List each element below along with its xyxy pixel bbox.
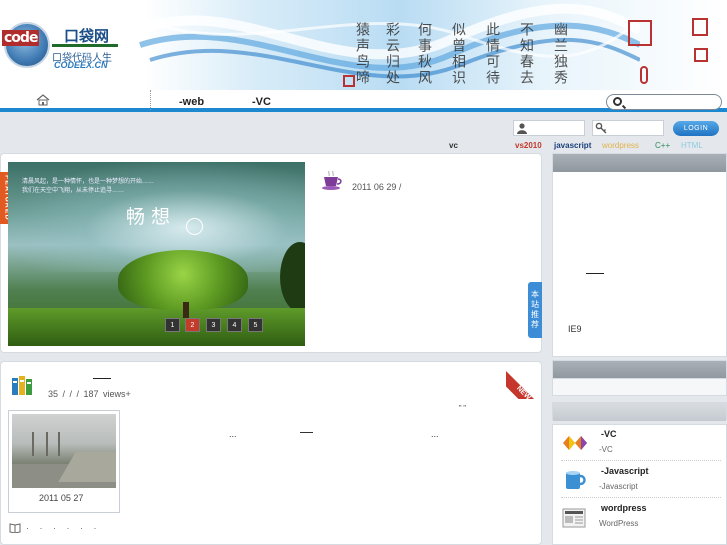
sidebar-item-title[interactable]: wordpress (601, 503, 647, 513)
books-icon (12, 376, 32, 395)
post-title-dash[interactable] (93, 378, 111, 379)
tag-vs2010[interactable]: vs2010 (515, 141, 542, 150)
new-ribbon-label: NEW (506, 371, 544, 399)
recommend-tab[interactable]: 本站推荐 (528, 282, 542, 338)
tag-cpp[interactable]: C++ (655, 141, 670, 150)
slide-dot-5[interactable]: 5 (248, 318, 263, 332)
slide-circle-decoration (186, 218, 203, 235)
post-thumbnail[interactable] (12, 414, 116, 488)
more-dots: · · · · · · (26, 523, 101, 533)
sidebar-widget-3 (552, 378, 727, 396)
excerpt-ellipsis-2: ... (431, 429, 439, 439)
logo-code-text[interactable]: code (2, 30, 40, 46)
tag-javascript[interactable]: javascript (554, 141, 591, 150)
sidebar-item-vc[interactable]: -VC -VC (561, 425, 721, 461)
sidebar-ie9-text[interactable]: IE9 (568, 324, 582, 334)
excerpt-dash (300, 432, 313, 433)
vs-logo-icon (563, 436, 587, 450)
thumb-tree-3 (58, 432, 60, 456)
seal-stamp-4 (640, 66, 648, 84)
mug-icon (566, 471, 586, 489)
sidebar-item-title[interactable]: -VC (601, 429, 617, 439)
slide-title: 畅想 (126, 206, 177, 228)
slide-caption-line-2: 我们在天空中飞翔，从未停止追寻…… (22, 188, 125, 194)
seal-stamp-3 (692, 18, 708, 36)
site-name[interactable]: 口袋网 (64, 25, 109, 46)
open-book-icon (9, 523, 21, 533)
nav-divider (150, 90, 151, 110)
slide-caption-line-1: 清晨风起，是一种情怀，也是一种梦想的开始…… (22, 179, 155, 185)
coffee-cup-icon (322, 170, 342, 190)
sidebar-widget-4 (552, 402, 727, 421)
calligraphy-3: 何事秋风 (416, 22, 432, 86)
seal-stamp-5 (694, 48, 708, 62)
calligraphy-2: 彩云归处 (384, 22, 400, 86)
sidebar-dash (586, 273, 604, 274)
thumb-tree-1 (32, 432, 34, 456)
tag-wordpress[interactable]: wordpress (602, 141, 639, 150)
sidebar-widget-4-header (553, 403, 726, 421)
search-input[interactable] (606, 94, 722, 110)
logo-divider (52, 44, 118, 47)
sidebar-category-list: -VC -VC -Javascript -Javascript wordpres… (552, 424, 727, 545)
thumb-date: 2011 05 27 (39, 493, 84, 503)
sidebar-item-subtitle: WordPress (599, 519, 639, 528)
slide-dot-1[interactable]: 1 (165, 318, 180, 332)
calligraphy-6: 不知春去 (518, 22, 534, 86)
seal-stamp-2 (628, 20, 652, 46)
login-button[interactable]: LOGIN (673, 121, 719, 136)
sidebar-widget-2 (552, 360, 727, 379)
sidebar-widget-1-header (553, 154, 726, 172)
home-icon[interactable] (36, 94, 50, 106)
newspaper-icon (562, 508, 586, 528)
tag-html[interactable]: HTML (681, 141, 703, 150)
calligraphy-7: 幽兰独秀 (552, 22, 568, 86)
calligraphy-4: 似曾相识 (450, 22, 466, 86)
excerpt-quote: " " (459, 405, 466, 412)
sidebar-item-subtitle: -Javascript (599, 482, 638, 491)
sidebar-widget-2-header (553, 361, 726, 379)
post-meta: 35 / / / 187 views+ (48, 389, 131, 399)
slide-trunk (183, 302, 189, 318)
slide-dot-2[interactable]: 2 (185, 318, 200, 332)
user-icon (517, 123, 527, 134)
username-field[interactable] (513, 120, 585, 136)
site-url: CODEEX.CN (54, 60, 108, 70)
slide-caption: 清晨风起，是一种情怀，也是一种梦想的开始…… 我们在天空中飞翔，从未停止追寻…… (22, 178, 154, 196)
featured-post-date: 2011 06 29 / (352, 182, 402, 192)
header-banner: code 口袋网 口袋代码人生 CODEEX.CN 猿声鸟啼 彩云归处 何事秋风… (0, 0, 727, 90)
slide-dot-3[interactable]: 3 (206, 318, 221, 332)
nav-item-vc[interactable]: -VC (252, 96, 271, 108)
sidebar-item-title[interactable]: -Javascript (601, 466, 649, 476)
tag-vc[interactable]: vc (449, 141, 458, 150)
slide-dot-4[interactable]: 4 (227, 318, 242, 332)
search-icon[interactable] (613, 97, 622, 106)
seal-stamp-1 (343, 75, 355, 87)
slide-tree (118, 250, 248, 310)
excerpt-ellipsis-1: ... (229, 429, 237, 439)
nav-item-web[interactable]: -web (179, 96, 204, 108)
thumb-tree-2 (46, 432, 48, 456)
sidebar-item-javascript[interactable]: -Javascript -Javascript (561, 462, 721, 498)
calligraphy-5: 此情可待 (484, 22, 500, 86)
key-icon (595, 122, 607, 134)
thumb-wall (58, 452, 116, 482)
new-ribbon: NEW (506, 361, 544, 399)
calligraphy-1: 猿声鸟啼 (354, 22, 370, 86)
main-navbar: -web -VC (0, 90, 727, 112)
sidebar-item-wordpress[interactable]: wordpress WordPress (561, 499, 721, 535)
password-field[interactable] (592, 120, 664, 136)
sidebar-item-subtitle: -VC (599, 445, 613, 454)
